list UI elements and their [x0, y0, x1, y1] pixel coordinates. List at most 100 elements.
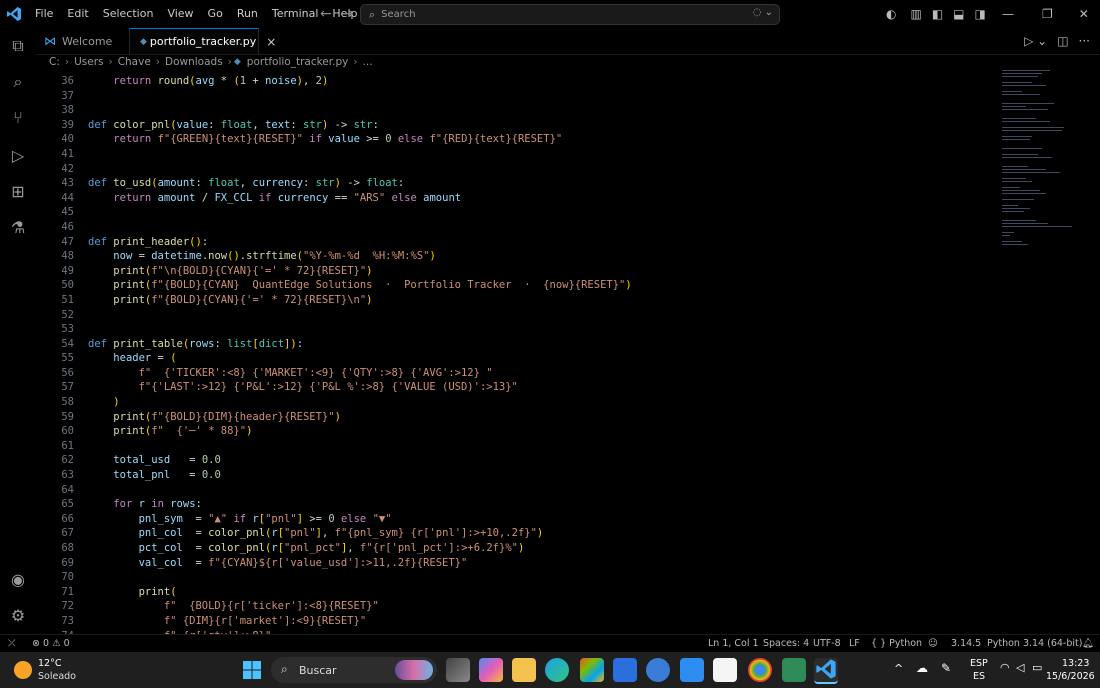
app-icon-2[interactable]	[646, 658, 670, 682]
code-line: ​	[88, 162, 988, 177]
notifications-bell-icon[interactable]: 🔔︎	[1082, 635, 1094, 653]
python-interpreter[interactable]: Python 3.14 (64-bit)	[987, 635, 1082, 653]
breadcrumb-item[interactable]: Users	[71, 56, 106, 68]
source-control-icon[interactable]: ⑂	[8, 108, 28, 128]
breadcrumb-item[interactable]: Downloads	[162, 56, 226, 68]
task-view-icon[interactable]	[446, 658, 470, 682]
menu-file[interactable]: File	[28, 0, 60, 28]
pen-icon[interactable]: ✎	[941, 662, 951, 674]
toggle-secondary-sidebar-icon[interactable]: ◨	[975, 7, 986, 21]
language-mode-status[interactable]: { } Python	[871, 635, 922, 653]
more-actions-icon[interactable]: ···	[1079, 34, 1090, 48]
run-debug-icon[interactable]: ▷	[8, 146, 28, 166]
app-icon-1[interactable]	[613, 658, 637, 682]
file-explorer-icon[interactable]	[512, 658, 536, 682]
language-mode: Python	[889, 638, 923, 649]
split-editor-icon[interactable]: ◫	[1057, 34, 1068, 48]
tab-portfolio-tracker[interactable]: ◆ portfolio_tracker.py ×	[129, 28, 276, 54]
code-line: val_col = f"{CYAN}${r['value_usd']:>11,.…	[138, 556, 468, 569]
copilot-app-icon[interactable]	[479, 658, 503, 682]
toggle-panel-icon[interactable]: ⬓	[953, 7, 964, 21]
accounts-layout-icon[interactable]: ◐	[886, 7, 896, 21]
microsoft-store-icon[interactable]	[580, 658, 604, 682]
breadcrumb-item[interactable]: C:	[46, 56, 63, 68]
tab-label: portfolio_tracker.py	[149, 35, 257, 48]
clock-time[interactable]: 13:23	[1062, 658, 1089, 670]
breadcrumb-item[interactable]: portfolio_tracker.py	[244, 56, 352, 68]
vscode-logo-icon[interactable]	[0, 0, 28, 28]
menu-selection[interactable]: Selection	[96, 0, 161, 28]
cursor-position[interactable]: Ln 1, Col 1	[708, 635, 759, 653]
chart-app-icon[interactable]	[782, 658, 806, 682]
indentation[interactable]: Spaces: 4	[763, 635, 809, 653]
language-code[interactable]: ESP	[970, 658, 988, 670]
line-number: 73	[61, 614, 74, 627]
search-view-icon[interactable]: ⌕	[8, 72, 28, 92]
code-line: ​	[88, 483, 988, 498]
app-icon-3[interactable]	[680, 658, 704, 682]
toggle-sidebar-icon[interactable]: ◧	[932, 7, 943, 21]
windows-start-icon[interactable]	[240, 658, 264, 682]
code-line: pct_col = color_pnl(r["pnl_pct"], f"{r['…	[138, 542, 525, 554]
minimap-line	[1002, 127, 1064, 128]
volume-icon[interactable]: ◁	[1016, 662, 1024, 674]
problems-status[interactable]: ⊗ 0 ⚠ 0	[32, 635, 70, 653]
chevron-up-icon[interactable]: ^	[894, 663, 903, 675]
line-number: 66	[61, 512, 74, 525]
run-python-icon[interactable]: ▷ ⌄	[1024, 34, 1047, 48]
code-editor[interactable]: return round(avg * (1 + noise), 2)​​def …	[88, 74, 988, 634]
vscode-taskbar-icon[interactable]	[814, 658, 838, 684]
close-tab-icon[interactable]: ×	[266, 35, 276, 49]
minimap-line	[1002, 109, 1048, 110]
copilot-icon[interactable]: ◌ ⌄	[753, 7, 773, 18]
settings-gear-icon[interactable]: ⚙	[8, 606, 28, 626]
weather-temperature[interactable]: 12°C	[38, 658, 61, 670]
chevron-right-icon: ›	[353, 56, 358, 68]
minimap[interactable]	[1000, 70, 1090, 270]
close-window-icon[interactable]: ✕	[1079, 7, 1089, 21]
breadcrumb-item[interactable]: ...	[360, 56, 376, 68]
menu-run[interactable]: Run	[230, 0, 265, 28]
chrome-icon[interactable]	[748, 658, 772, 682]
editor-tabs: ⋈ Welcome ◆ portfolio_tracker.py ×	[36, 28, 1100, 55]
python-file-icon: ◆	[233, 57, 241, 67]
back-arrow-icon[interactable]: ←	[320, 6, 332, 22]
python-version[interactable]: 3.14.5	[951, 635, 981, 653]
menu-edit[interactable]: Edit	[60, 0, 95, 28]
extensions-icon[interactable]: ⊞	[8, 182, 28, 202]
minimap-line	[1002, 118, 1036, 119]
explorer-icon[interactable]: ⧉	[8, 36, 28, 56]
tab-welcome[interactable]: ⋈ Welcome	[36, 28, 128, 54]
app-icon-4[interactable]	[713, 658, 737, 682]
menu-view[interactable]: View	[160, 0, 200, 28]
error-count: 0	[43, 638, 50, 649]
warning-count: 0	[63, 638, 70, 649]
cloud-icon[interactable]: ☁	[916, 662, 928, 674]
copilot-status-icon[interactable]: ☺	[928, 635, 938, 653]
encoding[interactable]: UTF-8	[813, 635, 841, 653]
taskbar-search[interactable]: ⌕ Buscar	[271, 657, 437, 683]
command-center-search[interactable]: ⌕ Search ◌ ⌄	[360, 4, 780, 25]
edge-browser-icon[interactable]	[545, 658, 569, 682]
menu-go[interactable]: Go	[201, 0, 230, 28]
forward-arrow-icon[interactable]: →	[342, 6, 354, 22]
restore-icon[interactable]: ❐	[1042, 7, 1053, 21]
testing-icon[interactable]: ⚗	[8, 218, 28, 238]
customize-layout-icon[interactable]: ▥	[910, 7, 921, 21]
minimap-line	[1002, 181, 1032, 182]
code-line: for r in rows:	[113, 498, 202, 511]
code-line: ​	[88, 89, 988, 104]
sun-icon[interactable]	[14, 661, 32, 679]
wifi-icon[interactable]: ◠	[1000, 662, 1010, 674]
menu-terminal[interactable]: Terminal	[265, 0, 326, 28]
line-ending[interactable]: LF	[849, 635, 860, 653]
minimap-line	[1002, 190, 1040, 191]
line-number: 51	[61, 293, 74, 306]
remote-icon[interactable]: ⤫	[8, 635, 16, 653]
minimap-line	[1002, 148, 1042, 149]
code-line: )	[113, 396, 120, 409]
battery-icon[interactable]: ▭	[1032, 662, 1042, 674]
minimize-icon[interactable]: —	[1002, 7, 1014, 21]
accounts-icon[interactable]: ◉	[8, 570, 28, 590]
breadcrumb-item[interactable]: Chave	[115, 56, 154, 68]
